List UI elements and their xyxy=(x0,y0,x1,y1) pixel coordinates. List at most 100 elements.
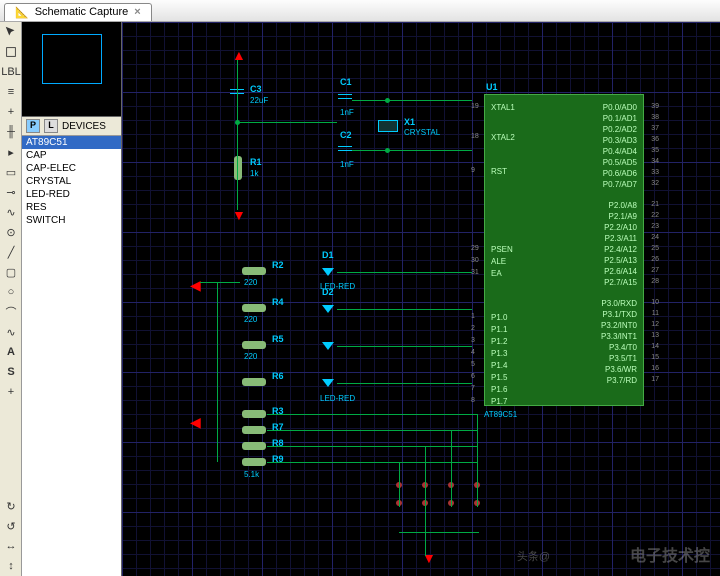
power-node2-icon: ◀ xyxy=(190,414,201,431)
r8-symbol[interactable] xyxy=(242,442,266,450)
pin-number: 1 xyxy=(471,313,475,320)
pin-label: P3.0/RXD xyxy=(601,299,637,308)
r7-symbol[interactable] xyxy=(242,426,266,434)
r1-symbol[interactable] xyxy=(234,156,242,180)
wire xyxy=(200,282,240,283)
x1-symbol[interactable] xyxy=(378,120,398,132)
tool-rotate-cw[interactable]: ↻ xyxy=(0,496,22,516)
pin-label: XTAL2 xyxy=(491,133,515,142)
tool-wire[interactable]: + xyxy=(0,102,22,122)
tool-component[interactable]: ▭ xyxy=(0,162,22,182)
wire xyxy=(425,446,426,556)
tool-path[interactable]: ∿ xyxy=(0,322,22,342)
tool-generator[interactable]: ⊙ xyxy=(0,222,22,242)
r5-symbol[interactable] xyxy=(242,341,266,349)
r9-symbol[interactable] xyxy=(242,458,266,466)
wire xyxy=(399,532,479,533)
tab-close-icon[interactable]: × xyxy=(134,6,140,19)
pin-label: P0.1/AD1 xyxy=(603,114,637,123)
wire xyxy=(237,60,238,210)
r3-symbol[interactable] xyxy=(242,410,266,418)
wire xyxy=(217,282,218,462)
tool-text[interactable]: ≡ xyxy=(0,82,22,102)
pin-number: 34 xyxy=(651,158,659,165)
junction xyxy=(235,120,240,125)
pin-label: P2.6/A14 xyxy=(604,267,637,276)
device-item[interactable]: CAP xyxy=(22,149,121,162)
u1-chip[interactable]: XTAL119XTAL218RST9PSEN29ALE30EA31P1.01P1… xyxy=(484,94,644,406)
pin-label: RST xyxy=(491,167,507,176)
schematic-canvas[interactable]: ▲ ▼ ◀ ◀ ▼ C3 22uF C1 1nF C2 1nF X1 CRYST… xyxy=(122,22,720,576)
devices-btn-p[interactable]: P xyxy=(26,119,40,133)
watermark-text: 电子技术控 xyxy=(630,542,710,566)
tool-arc2[interactable]: ⌒ xyxy=(0,302,22,322)
tab-schematic[interactable]: 📐 Schematic Capture × xyxy=(4,3,152,21)
wire xyxy=(477,414,478,507)
c2-label: C2 xyxy=(340,130,352,140)
tool-plus[interactable]: + xyxy=(0,382,22,402)
tool-bus[interactable]: ╫ xyxy=(0,122,22,142)
r2-label: R2 xyxy=(272,260,284,270)
r2-value: 220 xyxy=(244,278,257,287)
r4-value: 220 xyxy=(244,315,257,324)
d1-symbol[interactable] xyxy=(320,264,336,280)
c2-symbol[interactable] xyxy=(338,144,352,154)
tool-line[interactable]: ╱ xyxy=(0,242,22,262)
tool-label[interactable]: LBL xyxy=(0,62,22,82)
c1-label: C1 xyxy=(340,77,352,87)
tool-terminal[interactable]: ⊸ xyxy=(0,182,22,202)
wire xyxy=(337,346,472,347)
pin-label: P3.7/RD xyxy=(607,376,637,385)
device-item[interactable]: RES xyxy=(22,201,121,214)
device-item[interactable]: CRYSTAL xyxy=(22,175,121,188)
power-node-icon: ◀ xyxy=(190,277,201,294)
wire xyxy=(451,430,452,507)
r6-symbol[interactable] xyxy=(242,378,266,386)
pin-number: 5 xyxy=(471,361,475,368)
pin-number: 25 xyxy=(651,245,659,252)
pin-label: P1.4 xyxy=(491,361,507,370)
device-item[interactable]: CAP-ELEC xyxy=(22,162,121,175)
r1-label: R1 xyxy=(250,157,262,167)
pin-number: 37 xyxy=(651,125,659,132)
tool-junction[interactable]: ▸ xyxy=(0,142,22,162)
pin-number: 13 xyxy=(651,332,659,339)
c2-value: 1nF xyxy=(340,160,354,169)
device-list[interactable]: AT89C51CAPCAP-ELECCRYSTALLED-REDRESSWITC… xyxy=(22,136,121,576)
tool-mirror-v[interactable]: ↕ xyxy=(0,556,22,576)
d4-symbol[interactable] xyxy=(320,375,336,391)
tool-circle[interactable]: ○ xyxy=(0,282,22,302)
c1-symbol[interactable] xyxy=(338,92,352,102)
tool-rect[interactable]: ▢ xyxy=(0,262,22,282)
pin-number: 31 xyxy=(471,269,479,276)
tool-arc[interactable]: ∿ xyxy=(0,202,22,222)
d2-symbol[interactable] xyxy=(320,301,336,317)
pin-label: P0.6/AD6 xyxy=(603,169,637,178)
devices-btn-l[interactable]: L xyxy=(44,119,58,133)
tool-mirror-h[interactable]: ↔ xyxy=(0,536,22,556)
device-item[interactable]: SWITCH xyxy=(22,214,121,227)
pin-number: 15 xyxy=(651,354,659,361)
pin-number: 18 xyxy=(471,133,479,140)
r5-value: 220 xyxy=(244,352,257,361)
r4-symbol[interactable] xyxy=(242,304,266,312)
left-panel: P L DEVICES AT89C51CAPCAP-ELECCRYSTALLED… xyxy=(22,22,122,576)
tool-a[interactable]: A xyxy=(0,342,22,362)
pin-number: 28 xyxy=(651,278,659,285)
tool-block[interactable] xyxy=(0,42,22,62)
tool-rotate-ccw[interactable]: ↺ xyxy=(0,516,22,536)
x1-label: X1 xyxy=(404,117,415,127)
r2-symbol[interactable] xyxy=(242,267,266,275)
pin-label: P1.5 xyxy=(491,373,507,382)
preview-pane[interactable] xyxy=(22,22,121,117)
pin-number: 2 xyxy=(471,325,475,332)
device-item[interactable]: AT89C51 xyxy=(22,136,121,149)
d3-symbol[interactable] xyxy=(320,338,336,354)
pin-label: P1.1 xyxy=(491,325,507,334)
pin-label: P3.3/INT1 xyxy=(601,332,637,341)
tool-pointer[interactable] xyxy=(0,22,22,42)
device-item[interactable]: LED-RED xyxy=(22,188,121,201)
tab-title: Schematic Capture xyxy=(35,6,129,19)
pin-number: 10 xyxy=(651,299,659,306)
tool-s[interactable]: S xyxy=(0,362,22,382)
